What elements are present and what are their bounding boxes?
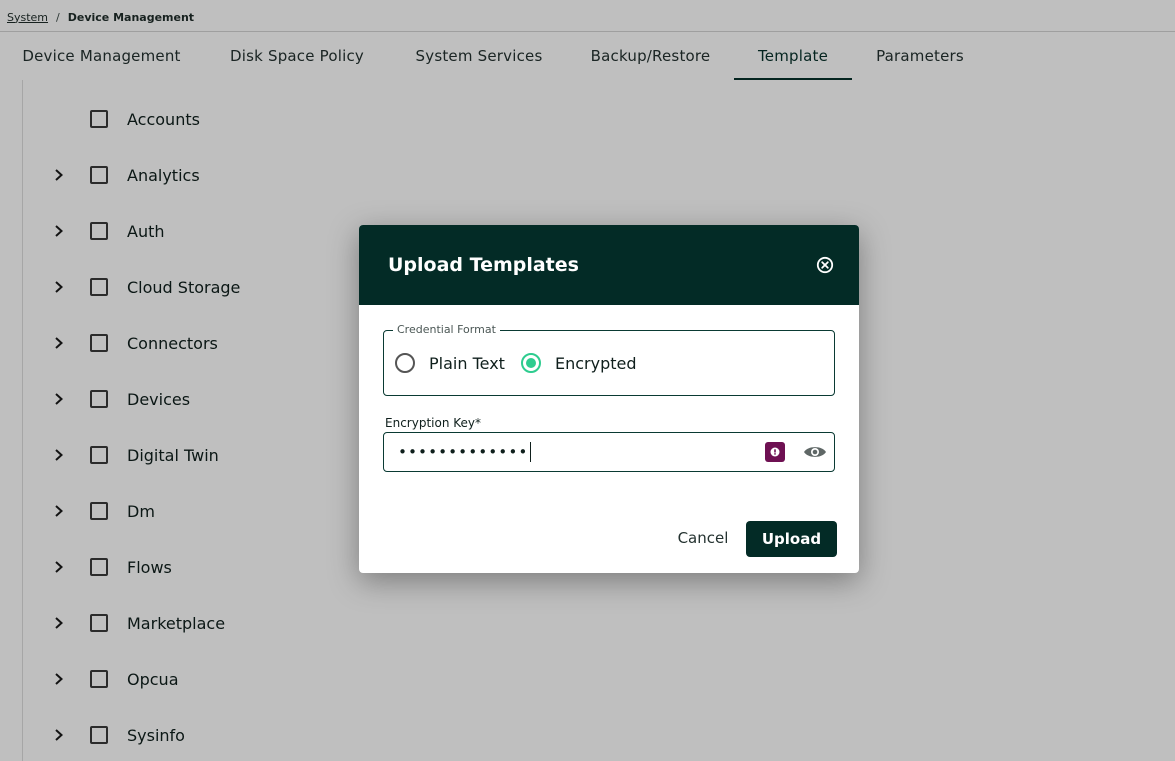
encryption-key-input[interactable]: ••••••••••••• — [398, 433, 758, 471]
encryption-key-label: Encryption Key* — [385, 416, 481, 430]
close-icon[interactable] — [816, 256, 834, 274]
cancel-button[interactable]: Cancel — [666, 522, 740, 554]
text-caret — [530, 442, 532, 462]
radio-label: Encrypted — [555, 353, 637, 373]
radio-plain-text[interactable]: Plain Text — [395, 350, 505, 376]
encryption-key-field[interactable]: ••••••••••••• — [383, 432, 835, 472]
upload-templates-dialog: Upload Templates Credential Format Plain… — [359, 225, 859, 573]
masked-value: ••••••••••••• — [398, 443, 529, 461]
dialog-header: Upload Templates — [359, 225, 859, 305]
radio-unchecked-icon[interactable] — [395, 353, 415, 373]
credential-format-group: Credential Format Plain Text Encrypted — [383, 323, 835, 396]
credential-format-legend: Credential Format — [393, 323, 500, 336]
radio-label: Plain Text — [429, 353, 505, 373]
dialog-title: Upload Templates — [388, 254, 579, 276]
radio-checked-icon[interactable] — [521, 353, 541, 373]
eye-icon[interactable] — [802, 442, 828, 462]
radio-encrypted[interactable]: Encrypted — [521, 350, 637, 376]
password-manager-icon[interactable] — [765, 442, 785, 462]
page: System / Device Management Device Manage… — [0, 0, 1175, 761]
upload-button[interactable]: Upload — [746, 521, 837, 557]
